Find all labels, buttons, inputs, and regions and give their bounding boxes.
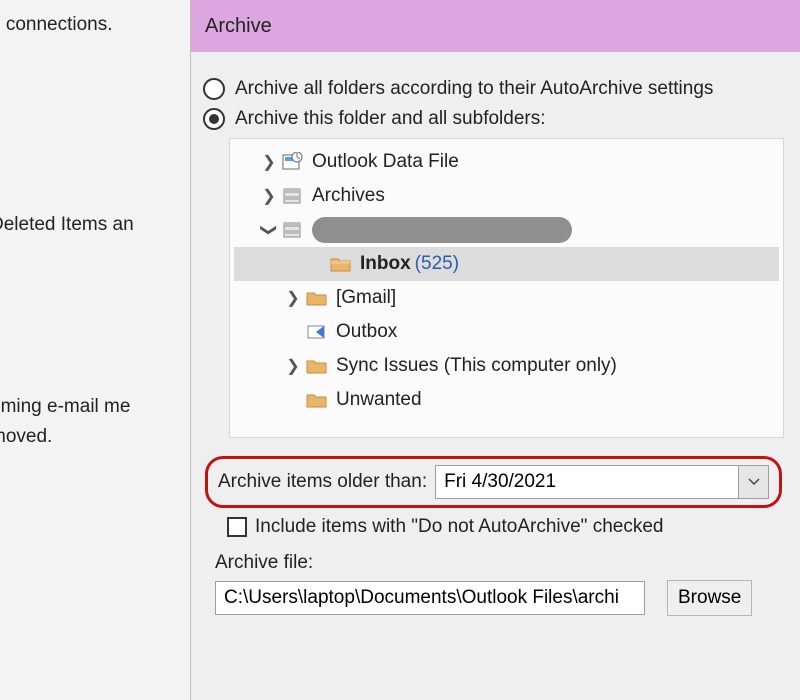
dialog-titlebar[interactable]: Archive	[191, 0, 800, 52]
chevron-right-icon[interactable]: ❯	[258, 186, 280, 206]
tree-label: Unwanted	[336, 389, 422, 411]
archive-dialog: Archive Archive all folders according to…	[190, 0, 800, 700]
radio-all-folders[interactable]: Archive all folders according to their A…	[203, 78, 784, 100]
archive-date-row: Archive items older than:	[205, 456, 782, 508]
chevron-right-icon[interactable]: ❯	[258, 152, 280, 172]
bg-text-3: oming e-mail me	[0, 396, 130, 418]
tree-node-archives[interactable]: ❯ Archives	[234, 179, 779, 213]
tree-label: Sync Issues (This computer only)	[336, 355, 617, 377]
chevron-down-icon[interactable]: ❯	[259, 219, 279, 241]
chevron-right-icon[interactable]: ❯	[282, 356, 304, 376]
tree-node-account[interactable]: ❯	[234, 213, 779, 247]
tree-label: Outbox	[336, 321, 397, 343]
bg-text-4: moved.	[0, 426, 52, 448]
radio-all-folders-label: Archive all folders according to their A…	[235, 78, 713, 100]
data-file-icon	[280, 151, 306, 173]
unread-count: (525)	[415, 253, 459, 275]
radio-icon	[203, 108, 225, 130]
outbox-icon	[304, 321, 330, 343]
background-pane: e connections. Deleted Items an oming e-…	[0, 0, 190, 700]
tree-label: Archives	[312, 185, 385, 207]
tree-node-outlook-data-file[interactable]: ❯ Outlook Data File	[234, 145, 779, 179]
chevron-right-icon[interactable]: ❯	[282, 288, 304, 308]
dialog-title: Archive	[205, 15, 272, 38]
tree-node-gmail[interactable]: ❯ [Gmail]	[234, 281, 779, 315]
folder-icon	[304, 355, 330, 377]
tree-node-inbox[interactable]: Inbox (525)	[234, 247, 779, 281]
bg-text-2: Deleted Items an	[0, 214, 134, 236]
archive-older-label: Archive items older than:	[218, 471, 427, 493]
tree-label: Inbox	[360, 253, 411, 275]
folder-tree[interactable]: ❯ Outlook Data File ❯ Archives ❯	[229, 138, 784, 438]
tree-label: Outlook Data File	[312, 151, 459, 173]
archive-date-input[interactable]	[436, 471, 738, 493]
tree-node-unwanted[interactable]: Unwanted	[234, 383, 779, 417]
chevron-down-icon	[748, 478, 760, 486]
radio-this-folder[interactable]: Archive this folder and all subfolders:	[203, 108, 784, 130]
include-label: Include items with "Do not AutoArchive" …	[255, 516, 663, 538]
tree-label: [Gmail]	[336, 287, 396, 309]
tree-node-sync-issues[interactable]: ❯ Sync Issues (This computer only)	[234, 349, 779, 383]
archive-date-picker[interactable]	[435, 465, 769, 499]
date-dropdown-button[interactable]	[738, 466, 768, 498]
tree-node-outbox[interactable]: Outbox	[234, 315, 779, 349]
checkbox-icon	[227, 517, 247, 537]
radio-this-folder-label: Archive this folder and all subfolders:	[235, 108, 546, 130]
archive-file-label: Archive file:	[215, 552, 784, 574]
include-do-not-autoarchive[interactable]: Include items with "Do not AutoArchive" …	[227, 516, 784, 538]
folder-icon	[304, 389, 330, 411]
bg-text-1: e connections.	[0, 14, 113, 36]
redacted-account-name	[312, 217, 572, 243]
archive-file-input[interactable]	[215, 581, 645, 615]
folder-icon	[328, 253, 354, 275]
archive-icon	[280, 219, 306, 241]
archive-icon	[280, 185, 306, 207]
browse-button[interactable]: Browse	[667, 580, 752, 616]
radio-icon	[203, 78, 225, 100]
folder-icon	[304, 287, 330, 309]
